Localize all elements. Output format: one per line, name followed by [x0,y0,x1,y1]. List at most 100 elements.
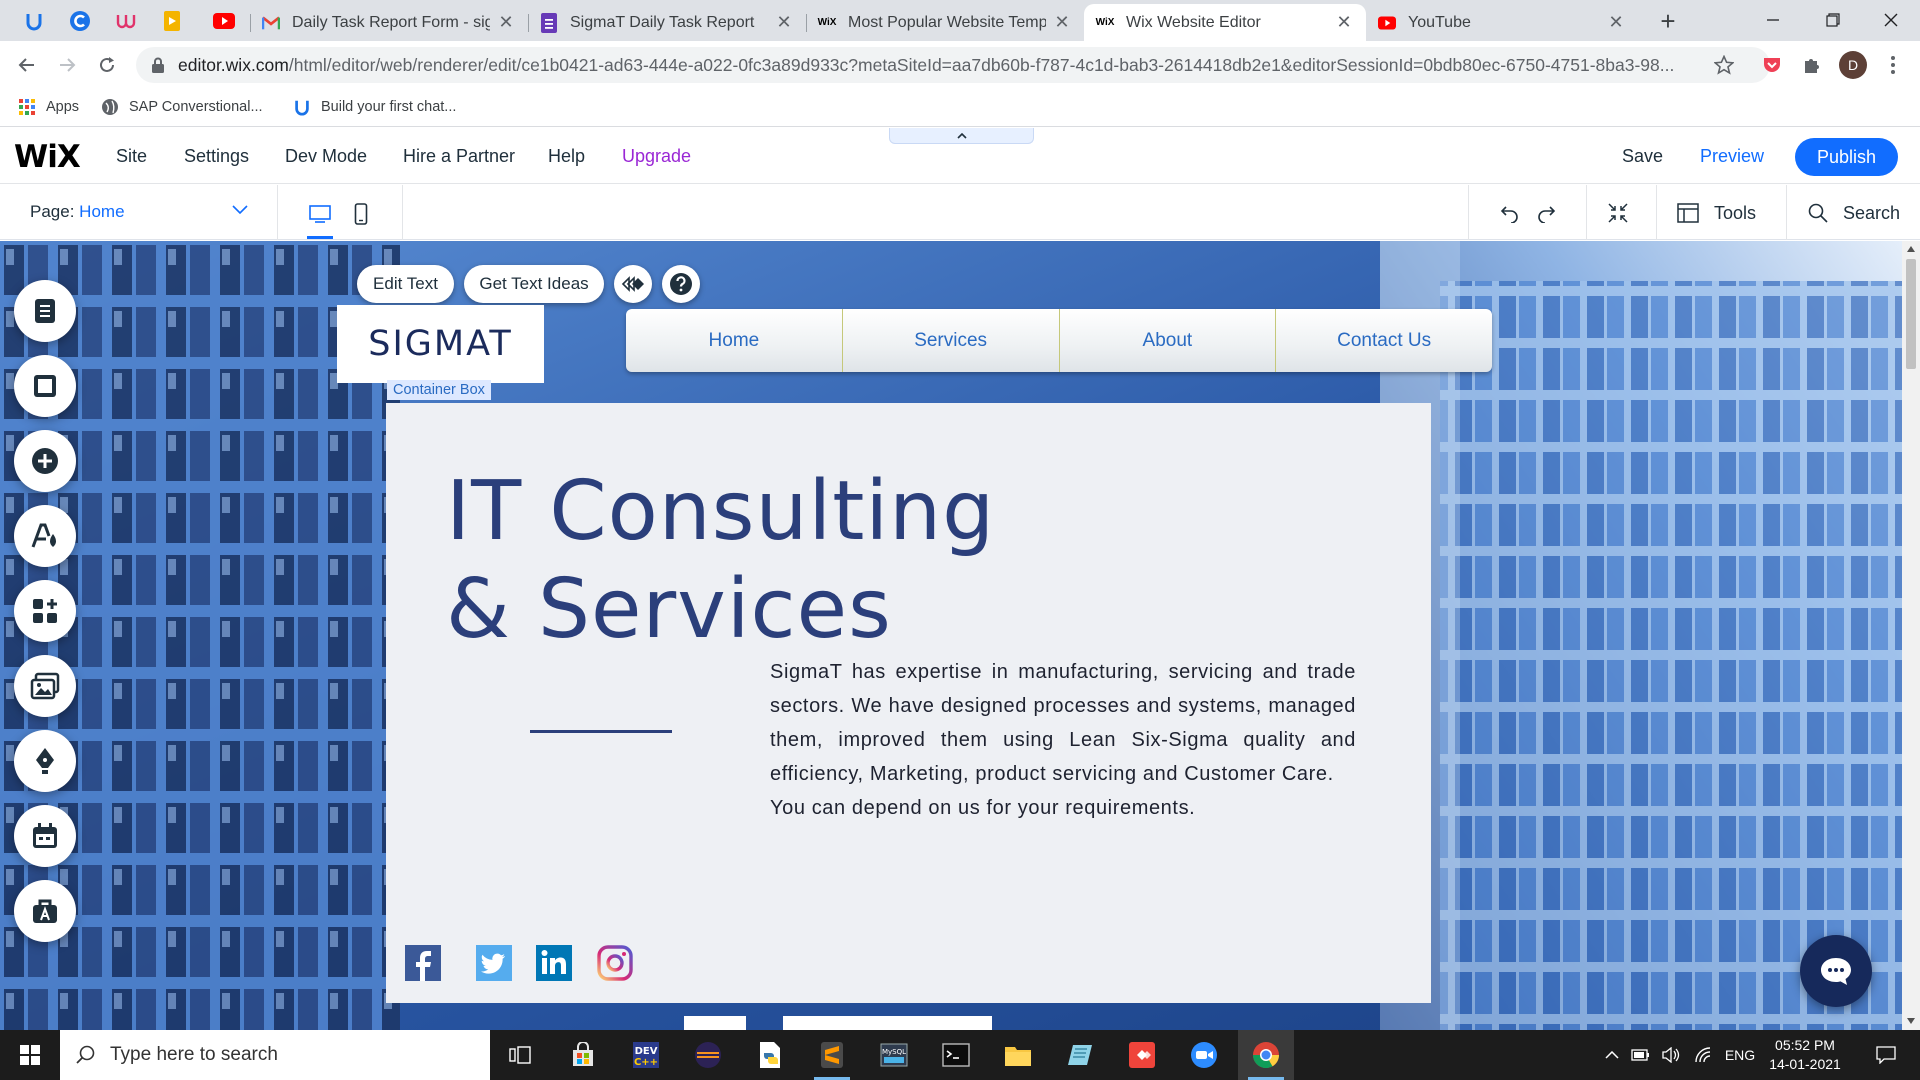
menu-hire-partner[interactable]: Hire a Partner [403,146,515,167]
file-explorer-app[interactable] [990,1030,1046,1080]
anydesk-app[interactable] [1114,1030,1170,1080]
chrome-app[interactable] [1238,1030,1294,1080]
close-tab-icon[interactable]: ✕ [496,12,516,33]
desktop-view-button[interactable] [306,200,334,228]
hero-paragraph[interactable]: SigmaT has expertise in manufacturing, s… [770,655,1356,825]
battery-status[interactable] [1628,1030,1654,1080]
reload-button[interactable] [94,52,120,78]
minimize-button[interactable] [1750,0,1796,40]
edit-text-button[interactable]: Edit Text [357,265,454,303]
pages-button[interactable] [14,280,76,342]
pinned-tab-c[interactable] [60,5,100,37]
nav-services[interactable]: Services [843,309,1060,372]
zoom-out-button[interactable] [1604,199,1632,227]
scroll-down-arrow-icon[interactable] [1907,1018,1915,1024]
profile-avatar[interactable]: D [1839,51,1867,79]
start-button[interactable] [0,1030,60,1080]
store-app[interactable] [555,1030,611,1080]
tools-button[interactable]: Tools [1714,203,1756,224]
pinned-tab-u[interactable] [14,5,54,37]
restore-button[interactable] [1810,0,1856,40]
volume-button[interactable] [1658,1030,1684,1080]
editor-canvas[interactable]: Edit Text Get Text Ideas SIGMAT Home Ser… [0,241,1920,1030]
bookmark-apps[interactable]: Apps [18,98,79,116]
my-business-button[interactable] [14,880,76,942]
notes-app[interactable] [1052,1030,1108,1080]
chat-button[interactable] [1800,935,1872,1007]
pinned-tab-slides[interactable] [152,5,192,37]
page-dropdown[interactable]: Page: Home [0,185,278,240]
language-indicator[interactable]: ENG [1722,1030,1758,1080]
animation-button[interactable] [614,265,652,303]
menu-site[interactable]: Site [116,146,147,167]
site-logo[interactable]: SIGMAT [337,305,544,383]
search-button[interactable]: Search [1843,203,1900,224]
close-tab-icon[interactable]: ✕ [1052,12,1072,33]
tab-daily-task-form[interactable]: Daily Task Report Form - sigma ✕ [250,4,528,41]
background-button[interactable] [14,355,76,417]
tools-icon-button[interactable] [1674,199,1702,227]
nav-about[interactable]: About [1060,309,1277,372]
task-view-button[interactable] [492,1030,548,1080]
back-button[interactable] [14,52,40,78]
devc-app[interactable]: DEV C++ [618,1030,674,1080]
chrome-menu-button[interactable] [1880,52,1906,78]
linkedin-icon[interactable] [536,945,572,981]
add-elements-button[interactable] [14,430,76,492]
mysql-app[interactable]: MySQL [866,1030,922,1080]
container-box[interactable]: IT Consulting & Services SigmaT has expe… [386,403,1431,1003]
mobile-view-button[interactable] [348,200,374,228]
tab-youtube[interactable]: YouTube ✕ [1366,4,1638,41]
site-navigation-menu[interactable]: Home Services About Contact Us [626,309,1492,372]
twitter-icon[interactable] [476,945,512,981]
menu-help[interactable]: Help [548,146,585,167]
next-section-element[interactable] [684,1016,746,1030]
help-button[interactable] [662,265,700,303]
bookmark-build-chat[interactable]: Build your first chat... [293,98,456,116]
url-field[interactable]: editor.wix.com/html/editor/web/renderer/… [136,47,1770,83]
eclipse-app[interactable] [680,1030,736,1080]
pinned-tab-u2[interactable] [106,5,146,37]
bookmark-star-button[interactable] [1711,52,1737,78]
tab-popular-templates[interactable]: WiX Most Popular Website Templates ✕ [806,4,1084,41]
scrollbar-thumb[interactable] [1906,259,1916,369]
terminal-app[interactable] [928,1030,984,1080]
hero-title[interactable]: IT Consulting & Services [446,463,995,659]
redo-button[interactable] [1532,199,1560,227]
bookings-button[interactable] [14,805,76,867]
pinned-tab-youtube[interactable] [204,5,244,37]
search-icon-button[interactable] [1804,199,1832,227]
hide-toolbar-tab[interactable] [889,128,1034,144]
taskbar-search-field[interactable]: Type here to search [60,1030,490,1080]
facebook-icon[interactable] [405,945,441,981]
tab-wix-editor[interactable]: WiX Wix Website Editor ✕ [1084,4,1366,41]
nav-home[interactable]: Home [626,309,843,372]
close-tab-icon[interactable]: ✕ [1334,12,1354,33]
next-section-element[interactable] [783,1016,992,1030]
action-center-button[interactable] [1866,1030,1906,1080]
forward-button[interactable] [54,52,80,78]
wix-logo[interactable]: WiX [14,139,81,175]
new-tab-button[interactable]: + [1655,6,1681,36]
menu-settings[interactable]: Settings [184,146,249,167]
nav-contact-us[interactable]: Contact Us [1276,309,1492,372]
site-design-button[interactable] [14,505,76,567]
network-button[interactable] [1690,1030,1716,1080]
sublime-text-app[interactable] [804,1030,860,1080]
undo-button[interactable] [1496,199,1524,227]
blog-button[interactable] [14,730,76,792]
system-clock[interactable]: 05:52 PM 14-01-2021 [1760,1036,1850,1074]
close-tab-icon[interactable]: ✕ [1606,12,1626,33]
extensions-button[interactable] [1799,52,1825,78]
menu-upgrade[interactable]: Upgrade [622,146,691,167]
pocket-extension-button[interactable] [1759,52,1785,78]
vertical-scrollbar[interactable] [1902,241,1920,1030]
publish-button[interactable]: Publish [1795,138,1898,176]
get-text-ideas-button[interactable]: Get Text Ideas [464,265,604,303]
add-apps-button[interactable] [14,580,76,642]
close-window-button[interactable] [1868,0,1914,40]
preview-button[interactable]: Preview [1700,146,1764,167]
scroll-up-arrow-icon[interactable] [1907,246,1915,252]
instagram-icon[interactable] [597,945,633,981]
python-idle-app[interactable] [742,1030,798,1080]
